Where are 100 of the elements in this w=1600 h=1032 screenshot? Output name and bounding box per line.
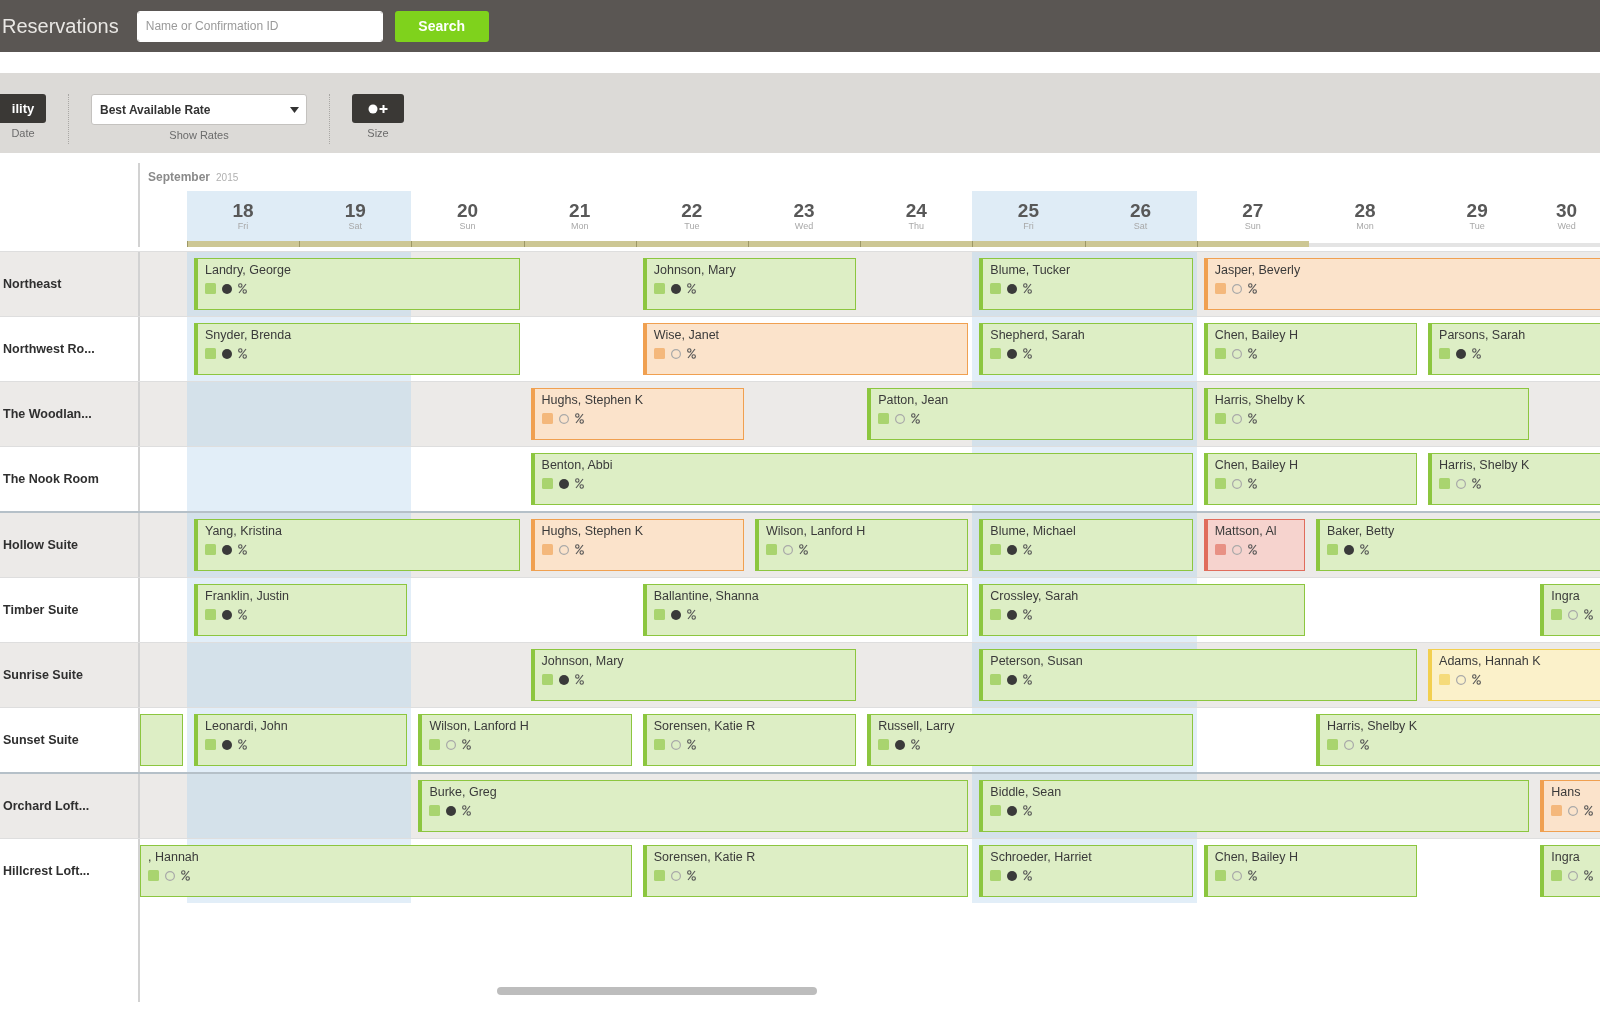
reservation-block[interactable]: Patton, Jean xyxy=(867,388,1193,440)
reservation-block[interactable]: Wilson, Lanford H xyxy=(418,714,632,766)
reservation-block[interactable]: Johnson, Mary xyxy=(642,258,857,310)
percent-icon xyxy=(574,478,584,489)
weekday-label: Wed xyxy=(794,221,814,232)
room-name: Timber Suite xyxy=(0,578,140,642)
status-square-icon xyxy=(653,348,665,359)
reservation-block[interactable]: Ingra xyxy=(1540,845,1600,897)
guest-name: Schroeder, Harriet xyxy=(990,850,1092,865)
reservation-block[interactable]: Yang, Kristina xyxy=(194,519,520,571)
reservation-block[interactable]: Landry, George xyxy=(194,258,520,310)
reservation-block[interactable]: Wilson, Lanford H xyxy=(754,519,969,571)
toolbar-caption: Date xyxy=(11,127,35,140)
guest-name: Adams, Hannah K xyxy=(1439,654,1541,669)
guest-name: Wilson, Lanford H xyxy=(765,524,866,539)
guest-name: Burke, Greg xyxy=(429,785,497,800)
percent-icon xyxy=(1359,544,1369,555)
status-square-icon xyxy=(990,870,1002,881)
status-square-icon xyxy=(1439,478,1451,489)
weekday-label: Sat xyxy=(348,221,363,232)
percent-icon xyxy=(1023,805,1033,816)
status-square-icon xyxy=(1214,544,1226,555)
toolbar-caption: Size xyxy=(367,127,389,140)
reservation-block[interactable]: Franklin, Justin xyxy=(194,584,408,636)
reservation-block[interactable]: Johnson, Mary xyxy=(530,649,857,701)
reservation-block[interactable]: Hans xyxy=(1540,780,1600,832)
reservation-block[interactable]: Mattson, Al xyxy=(1203,519,1305,571)
status-square-icon xyxy=(429,739,441,750)
status-square-icon xyxy=(205,348,216,359)
day-number: 25 xyxy=(1017,200,1039,222)
reservation-block[interactable]: Harris, Shelby K xyxy=(1428,453,1600,505)
reservation-block[interactable]: Harris, Shelby K xyxy=(1203,388,1530,440)
reservation-block[interactable]: Blume, Tucker xyxy=(979,258,1193,310)
toolbar-caption: Show Rates xyxy=(169,129,229,142)
reservation-block[interactable]: Chen, Bailey H xyxy=(1203,453,1418,505)
reservation-block[interactable]: Adams, Hannah K xyxy=(1428,649,1600,701)
reservation-block[interactable]: Baker, Betty xyxy=(1315,519,1600,571)
reservation-block[interactable]: Blume, Michael xyxy=(979,519,1193,571)
scrollbar-thumb[interactable] xyxy=(497,987,817,995)
reservation-block[interactable] xyxy=(140,714,183,766)
room-name: Sunrise Suite xyxy=(0,643,140,707)
status-square-icon xyxy=(1551,609,1563,620)
guest-name: Johnson, Mary xyxy=(653,263,736,278)
reservation-block[interactable]: Sorensen, Katie R xyxy=(642,714,857,766)
weekday-label: Mon xyxy=(1356,221,1374,232)
guest-name: Baker, Betty xyxy=(1326,524,1395,539)
guest-name: Blume, Tucker xyxy=(990,263,1071,278)
room-name: Sunset Suite xyxy=(0,708,140,772)
reservation-block[interactable]: Chen, Bailey H xyxy=(1203,323,1418,375)
percent-icon xyxy=(238,348,247,359)
reservation-block[interactable]: Ingra xyxy=(1540,584,1600,636)
percent-icon xyxy=(686,348,696,359)
reservation-block[interactable]: , Hannah xyxy=(140,845,632,897)
reservation-block[interactable]: Harris, Shelby K xyxy=(1315,714,1600,766)
reservation-block[interactable]: Wise, Janet xyxy=(642,323,969,375)
weekday-label: Wed xyxy=(1557,221,1576,232)
percent-icon xyxy=(238,609,247,620)
reservation-block[interactable]: Shepherd, Sarah xyxy=(979,323,1193,375)
reservation-block[interactable]: Sorensen, Katie R xyxy=(642,845,969,897)
reservation-block[interactable]: Benton, Abbi xyxy=(530,453,1193,505)
reservation-block[interactable]: Hughs, Stephen K xyxy=(530,388,744,440)
status-square-icon xyxy=(1214,348,1226,359)
guest-name: Jasper, Beverly xyxy=(1214,263,1301,278)
reservation-block[interactable]: Schroeder, Harriet xyxy=(979,845,1193,897)
percent-icon xyxy=(1359,739,1369,750)
status-square-icon xyxy=(990,805,1002,816)
reservation-block[interactable]: Peterson, Susan xyxy=(979,649,1418,701)
reservation-block[interactable]: Leonardi, John xyxy=(194,714,408,766)
reservation-block[interactable]: Parsons, Sarah xyxy=(1428,323,1600,375)
guest-name: Ingra xyxy=(1551,589,1580,604)
reservation-block[interactable]: Snyder, Brenda xyxy=(194,323,520,375)
reservation-block[interactable]: Crossley, Sarah xyxy=(979,584,1305,636)
reservation-block[interactable]: Ballantine, Shanna xyxy=(642,584,969,636)
percent-icon xyxy=(462,739,472,750)
reservation-block[interactable]: Chen, Bailey H xyxy=(1203,845,1418,897)
percent-icon xyxy=(462,805,472,816)
status-square-icon xyxy=(990,609,1002,620)
day-number: 24 xyxy=(905,200,927,222)
reservation-block[interactable]: Russell, Larry xyxy=(867,714,1193,766)
room-name: The Woodlan... xyxy=(0,382,140,446)
percent-icon xyxy=(1472,348,1482,359)
percent-icon xyxy=(686,739,696,750)
search-field[interactable]: Name or Confirmation ID xyxy=(136,10,383,42)
guest-name: Chen, Bailey H xyxy=(1214,458,1299,473)
status-square-icon xyxy=(205,739,216,750)
reservation-block[interactable]: Hughs, Stephen K xyxy=(530,519,744,571)
reservation-block[interactable]: Burke, Greg xyxy=(418,780,969,832)
percent-icon xyxy=(1584,805,1594,816)
toolbar-button[interactable] xyxy=(352,94,404,123)
status-square-icon xyxy=(1326,739,1338,750)
guest-name: Harris, Shelby K xyxy=(1326,719,1418,734)
guest-name: Hans xyxy=(1551,785,1581,800)
reservation-block[interactable]: Biddle, Sean xyxy=(979,780,1530,832)
toolbar-button[interactable]: ility xyxy=(0,94,46,123)
reservation-block[interactable]: Jasper, Beverly xyxy=(1203,258,1600,310)
rate-dropdown[interactable]: Best Available Rate xyxy=(91,94,307,125)
weekday-label: Tue xyxy=(684,221,700,232)
day-number: 20 xyxy=(456,200,479,222)
room-name: Hillcrest Loft... xyxy=(0,839,140,903)
status-square-icon xyxy=(765,544,777,555)
